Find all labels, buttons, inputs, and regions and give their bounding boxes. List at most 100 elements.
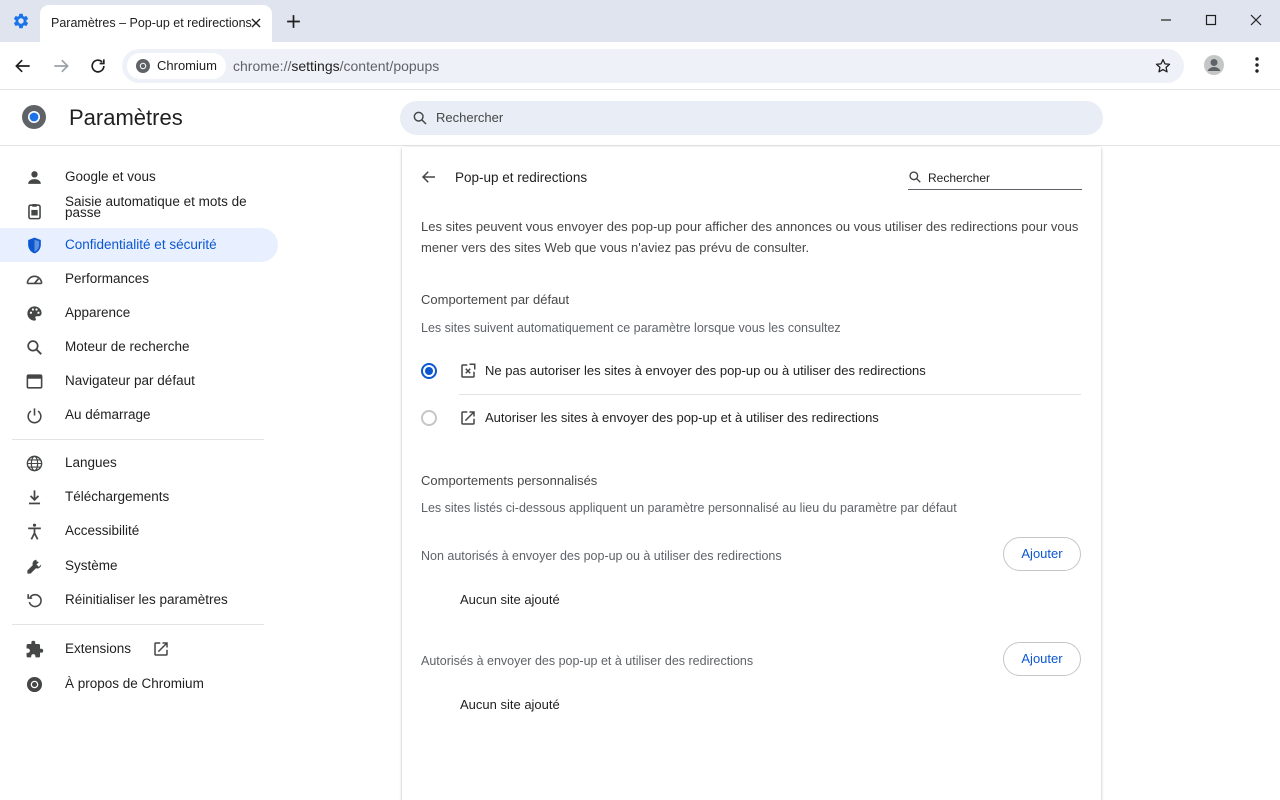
wrench-icon — [25, 557, 44, 576]
url-scheme: chrome:// — [233, 58, 292, 74]
description-text: Les sites peuvent vous envoyer des pop-u… — [421, 219, 1079, 255]
default-behavior-heading: Comportement par défaut — [421, 292, 570, 307]
chromium-logo-icon — [25, 675, 44, 694]
back-arrow-icon[interactable] — [13, 56, 33, 76]
palette-icon — [25, 304, 44, 323]
sidebar-item-label: Confidentialité et sécurité — [65, 237, 217, 252]
subpage-search-input[interactable]: Rechercher — [908, 169, 1082, 190]
accessibility-icon — [25, 522, 44, 541]
chip-label: Chromium — [157, 58, 217, 73]
sidebar-item-label: Langues — [65, 455, 117, 470]
default-behavior-subtext: Les sites suivent automatiquement ce par… — [421, 321, 841, 335]
allowed-list-empty: Aucun site ajouté — [460, 697, 560, 712]
sidebar-item-label: Performances — [65, 271, 150, 286]
browser-toolbar: Chromium chrome://settings/content/popup… — [0, 42, 1280, 90]
sidebar-item-label: Accessibilité — [65, 523, 140, 538]
add-allowed-site-button[interactable]: Ajouter — [1003, 642, 1081, 676]
person-icon — [25, 168, 44, 187]
radio-button-unselected[interactable] — [421, 410, 437, 426]
power-icon — [25, 406, 44, 425]
new-tab-plus-icon[interactable] — [285, 13, 302, 30]
sidebar-item-default-browser[interactable]: Navigateur par défaut — [0, 364, 278, 398]
sidebar-item-system[interactable]: Système — [0, 549, 278, 583]
radio-button-selected[interactable] — [421, 363, 437, 379]
settings-header: Paramètres Rechercher — [0, 90, 1280, 146]
settings-sidebar: Google et vous Saisie automatique et mot… — [0, 147, 290, 800]
sidebar-item-reset[interactable]: Réinitialiser les paramètres — [0, 583, 278, 617]
sidebar-item-label: Apparence — [65, 305, 131, 320]
radio-label-allow: Autoriser les sites à envoyer des pop-up… — [485, 410, 879, 425]
globe-icon — [25, 454, 44, 473]
radio-label-block: Ne pas autoriser les sites à envoyer des… — [485, 363, 926, 378]
sidebar-item-google[interactable]: Google et vous — [0, 160, 278, 194]
sidebar-item-label: Navigateur par défaut — [65, 373, 195, 388]
search-icon — [412, 110, 428, 126]
popup-blocked-icon — [459, 362, 477, 380]
custom-behaviors-subtext: Les sites listés ci-dessous appliquent u… — [421, 501, 957, 515]
popups-settings-card: Pop-up et redirections Rechercher Les si… — [402, 147, 1101, 800]
forward-arrow-icon[interactable] — [51, 56, 71, 76]
profile-avatar-icon[interactable] — [1203, 54, 1225, 76]
back-arrow-icon[interactable] — [420, 168, 438, 186]
reset-icon — [25, 591, 44, 610]
sidebar-item-label: Saisie automatique et mots de passe — [65, 194, 247, 220]
tab-strip: Paramètres – Pop-up et redirections — [0, 0, 1280, 42]
sidebar-item-accessibility[interactable]: Accessibilité — [0, 514, 278, 548]
custom-behaviors-heading: Comportements personnalisés — [421, 473, 598, 488]
add-blocked-site-button[interactable]: Ajouter — [1003, 537, 1081, 571]
shield-icon — [25, 236, 44, 255]
radio-option-allow[interactable]: Autoriser les sites à envoyer des pop-up… — [421, 395, 1081, 441]
sidebar-item-label: Extensions — [65, 641, 132, 656]
puzzle-icon — [25, 640, 44, 659]
reload-icon[interactable] — [88, 56, 108, 76]
clipboard-icon — [25, 202, 44, 221]
url-host: settings — [291, 58, 340, 74]
blocked-list-empty: Aucun site ajouté — [460, 592, 560, 607]
sidebar-item-performance[interactable]: Performances — [0, 262, 278, 296]
radio-option-block[interactable]: Ne pas autoriser les sites à envoyer des… — [421, 348, 1081, 394]
maximize-icon[interactable] — [1202, 11, 1220, 29]
subpage-title: Pop-up et redirections — [455, 170, 588, 185]
sidebar-item-label: Google et vous — [65, 169, 156, 184]
address-bar[interactable]: Chromium chrome://settings/content/popup… — [122, 49, 1184, 83]
download-icon — [25, 488, 44, 507]
tab-title: Paramètres – Pop-up et redirections — [51, 16, 252, 30]
open-in-new-icon — [152, 640, 170, 658]
sidebar-divider — [12, 439, 264, 440]
search-placeholder: Rechercher — [928, 171, 991, 185]
sidebar-item-languages[interactable]: Langues — [0, 446, 278, 480]
sidebar-item-label: Moteur de recherche — [65, 339, 190, 354]
sidebar-item-about[interactable]: À propos de Chromium — [0, 667, 278, 701]
sidebar-item-extensions[interactable]: Extensions — [0, 632, 278, 666]
sidebar-item-label: Au démarrage — [65, 407, 151, 422]
chromium-logo-icon — [21, 104, 47, 130]
sidebar-item-label: Téléchargements — [65, 489, 170, 504]
settings-search-input[interactable]: Rechercher — [400, 101, 1103, 135]
sidebar-item-startup[interactable]: Au démarrage — [0, 398, 278, 432]
url-path: /content/popups — [339, 58, 440, 74]
sidebar-item-label: Réinitialiser les paramètres — [65, 592, 228, 607]
sidebar-divider — [12, 624, 264, 625]
page-title: Paramètres — [69, 105, 183, 130]
sidebar-item-downloads[interactable]: Téléchargements — [0, 480, 278, 514]
minimize-icon[interactable] — [1157, 11, 1175, 29]
open-in-new-icon — [459, 409, 477, 427]
bookmark-star-icon[interactable] — [1154, 57, 1172, 75]
close-window-icon[interactable] — [1247, 11, 1265, 29]
tab-settings-popups[interactable]: Paramètres – Pop-up et redirections — [40, 5, 272, 42]
sidebar-item-search-engine[interactable]: Moteur de recherche — [0, 330, 278, 364]
chromium-logo-icon — [135, 58, 151, 74]
sidebar-item-label: Système — [65, 558, 118, 573]
more-menu-icon[interactable] — [1247, 55, 1267, 75]
url-text[interactable]: chrome://settings/content/popups — [233, 58, 439, 74]
search-icon — [25, 338, 44, 357]
search-placeholder: Rechercher — [436, 110, 504, 125]
browser-window-icon — [25, 372, 44, 391]
sidebar-item-appearance[interactable]: Apparence — [0, 296, 278, 330]
speedometer-icon — [25, 270, 44, 289]
search-icon — [908, 170, 922, 184]
close-tab-icon[interactable] — [248, 15, 264, 31]
settings-gear-icon — [12, 12, 30, 30]
sidebar-item-autofill[interactable]: Saisie automatique et mots de passe — [0, 194, 278, 228]
sidebar-item-privacy[interactable]: Confidentialité et sécurité — [0, 228, 278, 262]
